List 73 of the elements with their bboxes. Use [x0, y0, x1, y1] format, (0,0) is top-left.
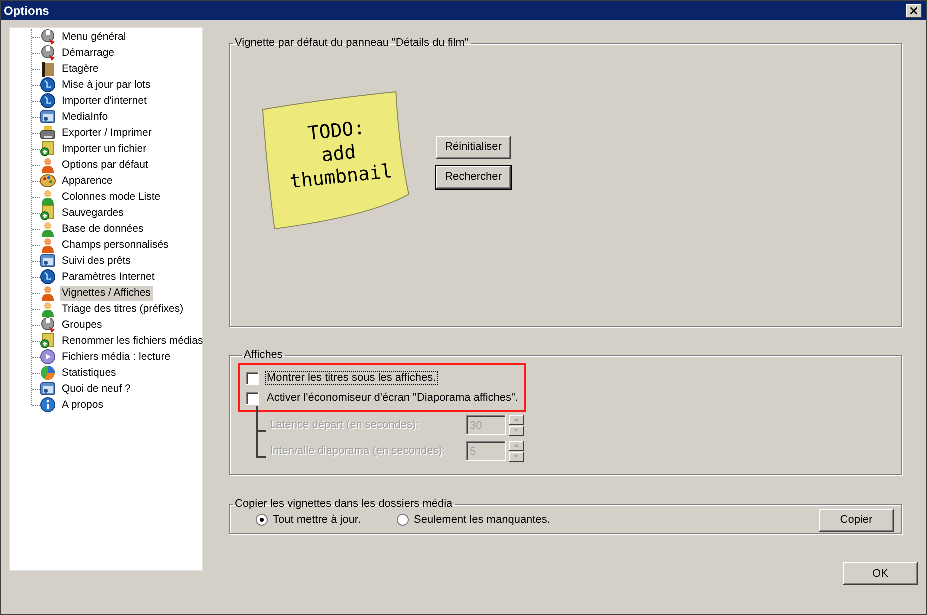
ok-button[interactable]: OK: [843, 562, 918, 585]
window-icon: [40, 253, 56, 269]
close-button[interactable]: [906, 4, 922, 18]
radio-label[interactable]: Seulement les manquantes.: [414, 514, 550, 526]
window-icon: [40, 381, 56, 397]
sidebar-item[interactable]: Importer d'internet: [60, 94, 149, 108]
sidebar-item[interactable]: Quoi de neuf ?: [60, 382, 133, 396]
sidebar-item[interactable]: Menu général: [60, 30, 128, 44]
person-icon: [40, 221, 56, 237]
sidebar-item[interactable]: MediaInfo: [60, 110, 110, 124]
sidebar-item[interactable]: Paramètres Internet: [60, 270, 157, 284]
person-icon: [40, 285, 56, 301]
connector-line: [256, 406, 266, 432]
sidebar-item[interactable]: Base de données: [60, 222, 146, 236]
person-icon: [40, 157, 56, 173]
pie-chart-icon: [40, 365, 56, 381]
action-button[interactable]: Rechercher: [436, 166, 511, 188]
sidebar-item[interactable]: Colonnes mode Liste: [60, 190, 163, 204]
sidebar-item[interactable]: Statistiques: [60, 366, 118, 380]
sidebar-item[interactable]: Triage des titres (préfixes): [60, 302, 186, 316]
sidebar-item[interactable]: Exporter / Imprimer: [60, 126, 154, 140]
globe-icon: [40, 269, 56, 285]
copy-button[interactable]: Copier: [819, 508, 894, 532]
window-title: Options: [4, 4, 50, 18]
sidebar-item[interactable]: Sauvegardes: [60, 206, 126, 220]
group-title: Affiches: [243, 349, 284, 361]
sidebar-item[interactable]: Options par défaut: [60, 158, 150, 172]
up-arrow-icon: [514, 418, 519, 421]
globe-icon: [40, 93, 56, 109]
sidebar-item[interactable]: Démarrage: [60, 46, 117, 60]
radio-button[interactable]: [256, 514, 268, 526]
note-text: TODO: add thumbnail: [288, 116, 395, 195]
spin-down-button[interactable]: [509, 452, 524, 462]
sidebar-item[interactable]: Suivi des prêts: [60, 254, 133, 268]
person-icon: [40, 189, 56, 205]
sidebar-item[interactable]: Etagère: [60, 62, 101, 76]
person-icon: [40, 301, 56, 317]
book-icon: [40, 61, 56, 77]
window-icon: [40, 109, 56, 125]
down-arrow-icon: [514, 429, 519, 432]
action-button[interactable]: Réinitialiser: [436, 136, 511, 158]
up-arrow-icon: [514, 444, 519, 447]
checkbox[interactable]: [246, 372, 259, 384]
play-icon: [40, 349, 56, 365]
sidebar-item[interactable]: Importer un fichier: [60, 142, 149, 156]
folder-plus-icon: [40, 205, 56, 221]
radio-button[interactable]: [397, 514, 410, 526]
sidebar-item[interactable]: Vignettes / Affiches: [60, 286, 153, 300]
sidebar-item[interactable]: Renommer les fichiers médias: [60, 334, 206, 348]
globe-icon: [40, 77, 56, 93]
connector-line: [256, 432, 266, 458]
info-icon: [40, 397, 56, 413]
folder-plus-icon: [40, 333, 56, 349]
radio-label[interactable]: Tout mettre à jour.: [273, 514, 362, 526]
close-icon: [910, 6, 918, 14]
down-arrow-icon: [514, 455, 519, 458]
palette-icon: [40, 173, 56, 189]
checkbox-label[interactable]: Montrer les titres sous les affiches.: [265, 371, 438, 385]
sidebar-item[interactable]: Fichiers média : lecture: [60, 350, 173, 364]
group-title: Vignette par défaut du panneau "Détails du film": [234, 37, 470, 49]
folder-plus-icon: [40, 141, 56, 157]
sidebar-item[interactable]: Groupes: [60, 318, 104, 332]
sidebar-item[interactable]: Apparence: [60, 174, 115, 188]
spin-down-button[interactable]: [509, 426, 524, 436]
sidebar-item[interactable]: Mise à jour par lots: [60, 78, 153, 92]
checkbox-label[interactable]: Activer l'économiseur d'écran "Diaporama affiches".: [265, 391, 520, 405]
person-icon: [40, 237, 56, 253]
spin-up-button[interactable]: [509, 414, 524, 424]
group-title: Copier les vignettes dans les dossiers média: [234, 498, 454, 510]
spin-up-button[interactable]: [509, 440, 524, 450]
sidebar-item[interactable]: A propos: [60, 398, 106, 412]
sidebar-item[interactable]: Champs personnalisés: [60, 238, 171, 252]
checkbox[interactable]: [246, 392, 259, 404]
